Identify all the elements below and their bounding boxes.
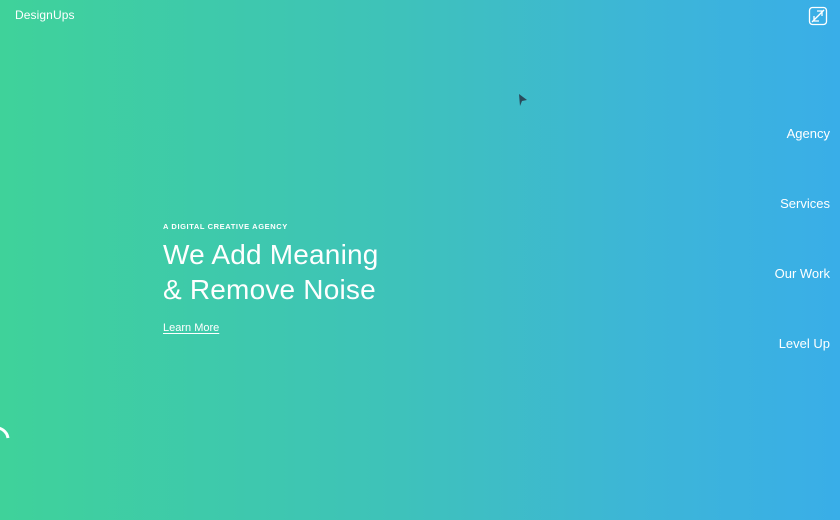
- nav-item-agency[interactable]: Agency: [787, 126, 830, 141]
- nav-item-our-work[interactable]: Our Work: [775, 266, 830, 281]
- hero-headline: We Add Meaning & Remove Noise: [163, 237, 543, 307]
- hero-headline-line-1: We Add Meaning: [163, 239, 379, 270]
- hero-eyebrow: A DIGITAL CREATIVE AGENCY: [163, 222, 288, 231]
- hero-headline-line-2: & Remove Noise: [163, 274, 376, 305]
- brand-logo-link[interactable]: DesignUps: [15, 8, 75, 22]
- nav-item-services[interactable]: Services: [780, 196, 830, 211]
- mouse-cursor-icon: [519, 94, 527, 106]
- decorative-arc-icon: [0, 426, 10, 439]
- learn-more-link[interactable]: Learn More: [163, 322, 219, 334]
- hero-section: A DIGITAL CREATIVE AGENCY We Add Meaning…: [163, 222, 543, 336]
- nav-item-level-up[interactable]: Level Up: [779, 336, 830, 351]
- main-nav: Agency Services Our Work Level Up: [710, 0, 830, 520]
